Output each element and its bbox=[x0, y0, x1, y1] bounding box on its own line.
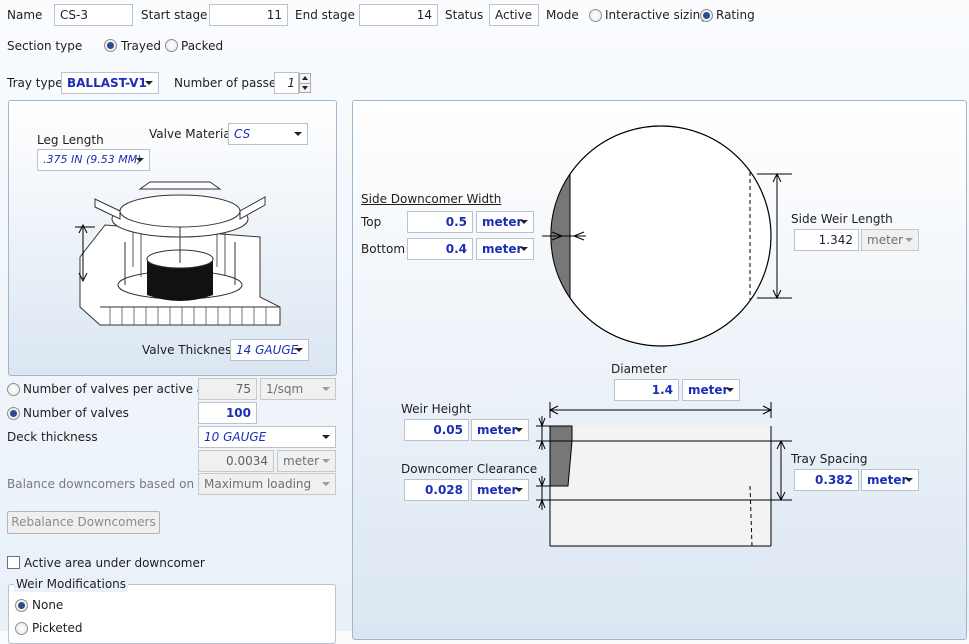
balance-label: Balance downcomers based on bbox=[7, 477, 195, 491]
status-field: Active bbox=[489, 4, 539, 26]
active-area-checkbox[interactable] bbox=[7, 556, 20, 569]
downcomer-clearance-unit[interactable]: meter bbox=[471, 479, 529, 501]
section-type-label: Section type bbox=[7, 39, 83, 53]
name-input[interactable]: CS-3 bbox=[54, 4, 133, 26]
diameter-label: Diameter bbox=[611, 362, 668, 376]
valve-thickness-label: Valve Thickness bbox=[142, 343, 238, 357]
mode-label: Mode bbox=[546, 8, 579, 22]
valves-per-area-radio[interactable] bbox=[7, 383, 20, 396]
bottom-label: Bottom bbox=[361, 242, 406, 256]
tray-spacing-label: Tray Spacing bbox=[791, 452, 868, 466]
valve-panel: Leg Length .375 IN (9.53 MM) Valve Mater… bbox=[8, 100, 337, 376]
status-label: Status bbox=[445, 8, 484, 22]
leg-length-label: Leg Length bbox=[37, 133, 104, 147]
valves-per-area-label[interactable]: Number of valves per active area bbox=[23, 381, 224, 397]
mode-rating-label[interactable]: Rating bbox=[716, 7, 755, 23]
tray-spacing-unit[interactable]: meter bbox=[861, 469, 919, 491]
spin-up-icon[interactable] bbox=[300, 74, 310, 83]
number-of-valves-radio[interactable] bbox=[7, 407, 20, 420]
downcomer-clearance-input[interactable]: 0.028 bbox=[404, 479, 469, 501]
name-label: Name bbox=[7, 8, 43, 22]
mode-rating-radio[interactable] bbox=[700, 9, 713, 22]
end-stage-input[interactable]: 14 bbox=[359, 4, 438, 26]
number-of-valves-label[interactable]: Number of valves bbox=[23, 405, 129, 421]
passes-spinner[interactable] bbox=[299, 73, 311, 93]
passes-label: Number of passes bbox=[174, 76, 283, 90]
section-trayed-radio[interactable] bbox=[104, 39, 117, 52]
weir-height-label: Weir Height bbox=[401, 402, 472, 416]
spin-down-icon[interactable] bbox=[300, 83, 310, 93]
section-trayed-label[interactable]: Trayed bbox=[121, 38, 161, 54]
bottom-width-unit[interactable]: meter bbox=[476, 238, 534, 260]
diameter-input[interactable]: 1.4 bbox=[614, 379, 679, 401]
active-area-label[interactable]: Active area under downcomer bbox=[24, 555, 205, 571]
start-stage-label: Start stage bbox=[141, 8, 208, 22]
tray-type-dropdown[interactable]: BALLAST-V1 bbox=[61, 72, 159, 94]
deck-thickness-input[interactable]: 0.0034 bbox=[198, 450, 274, 472]
diameter-unit[interactable]: meter bbox=[682, 379, 740, 401]
balance-dropdown[interactable]: Maximum loading bbox=[198, 473, 336, 495]
deck-gauge-dropdown[interactable]: 10 GAUGE bbox=[198, 426, 336, 448]
top-width-unit[interactable]: meter bbox=[476, 211, 534, 233]
bottom-width-input[interactable]: 0.4 bbox=[407, 238, 473, 260]
weir-picketed-radio[interactable] bbox=[15, 622, 28, 635]
tray-type-label: Tray type bbox=[7, 76, 63, 90]
end-stage-label: End stage bbox=[295, 8, 355, 22]
deck-thickness-label: Deck thickness bbox=[7, 430, 98, 444]
top-width-input[interactable]: 0.5 bbox=[407, 211, 473, 233]
weir-none-radio[interactable] bbox=[15, 599, 28, 612]
weir-height-input[interactable]: 0.05 bbox=[404, 419, 469, 441]
weir-picketed-label[interactable]: Picketed bbox=[32, 620, 83, 636]
deck-thickness-unit[interactable]: meter bbox=[277, 450, 336, 472]
passes-input[interactable]: 1 bbox=[274, 72, 299, 94]
section-packed-radio[interactable] bbox=[165, 39, 178, 52]
weir-none-label[interactable]: None bbox=[32, 597, 63, 613]
valve-material-dropdown[interactable]: CS bbox=[228, 123, 308, 145]
mode-interactive-radio[interactable] bbox=[589, 9, 602, 22]
valve-material-label: Valve Material bbox=[149, 127, 235, 141]
weir-modifications-title: Weir Modifications bbox=[14, 576, 129, 592]
weir-height-unit[interactable]: meter bbox=[471, 419, 529, 441]
mode-interactive-label[interactable]: Interactive sizing bbox=[605, 7, 708, 23]
tray-spacing-input[interactable]: 0.382 bbox=[794, 469, 859, 491]
side-downcomer-width-title: Side Downcomer Width bbox=[361, 192, 502, 206]
number-of-valves-input[interactable]: 100 bbox=[198, 402, 257, 424]
side-weir-length-label: Side Weir Length bbox=[791, 212, 893, 226]
valves-per-area-input[interactable]: 75 bbox=[198, 378, 257, 400]
valve-drawing bbox=[75, 181, 281, 326]
valve-thickness-dropdown[interactable]: 14 GAUGE bbox=[230, 339, 309, 361]
side-weir-length-unit[interactable]: meter bbox=[861, 229, 919, 251]
rebalance-downcomers-button[interactable]: Rebalance Downcomers bbox=[7, 511, 160, 534]
start-stage-input[interactable]: 11 bbox=[209, 4, 288, 26]
top-label: Top bbox=[361, 215, 382, 229]
valves-per-area-unit[interactable]: 1/sqm bbox=[260, 378, 336, 400]
downcomer-clearance-label: Downcomer Clearance bbox=[401, 462, 538, 476]
side-weir-length-input[interactable]: 1.342 bbox=[794, 229, 859, 251]
section-packed-label[interactable]: Packed bbox=[181, 38, 223, 54]
